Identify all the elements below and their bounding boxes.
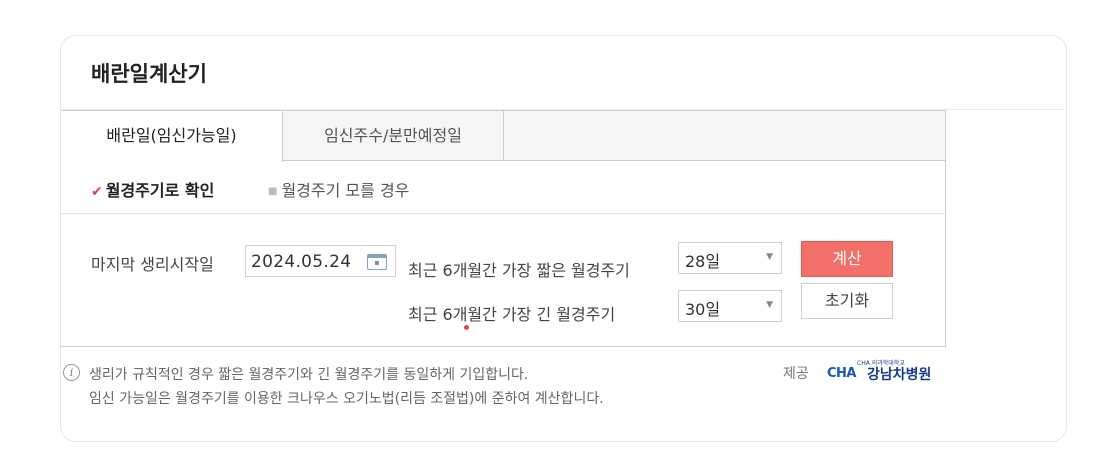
check-icon: ✔ (91, 184, 103, 200)
calendar-icon[interactable] (367, 254, 387, 270)
last-period-label: 마지막 생리시작일 (91, 255, 214, 274)
chevron-down-icon: ▼ (766, 300, 773, 310)
red-dot-indicator (464, 325, 469, 330)
tab-ovulation[interactable]: 배란일(임신가능일) (61, 111, 283, 162)
long-cycle-value: 30일 (685, 300, 721, 319)
page-title: 배란일계산기 (91, 62, 207, 86)
short-cycle-label: 최근 6개월간 가장 짧은 월경주기 (408, 261, 630, 280)
subtab-bar: ✔ 월경주기로 확인 ■ 월경주기 모를 경우 (61, 161, 945, 214)
chevron-down-icon: ▼ (766, 252, 773, 262)
reset-button[interactable]: 초기화 (801, 283, 893, 319)
logo-brand: CHA (827, 366, 856, 381)
provider-logo: CHA 의과학대학교 CHA 강남차병원 (827, 358, 947, 383)
info-icon: i (63, 364, 80, 381)
subtab-by-cycle[interactable]: ✔ 월경주기로 확인 (91, 177, 214, 201)
calculator-panel: 배란일(임신가능일) 임신주수/분만예정일 ✔ 월경주기로 확인 ■ 월경주기 모를… (61, 110, 946, 347)
logo-hospital-name: 강남차병원 (867, 367, 932, 383)
calculate-button[interactable]: 계산 (801, 241, 893, 277)
subtab-unknown-cycle-label: 월경주기 모를 경우 (281, 181, 410, 200)
last-period-date-value: 2024.05.24 (251, 252, 352, 272)
subtab-by-cycle-label: 월경주기로 확인 (105, 181, 215, 200)
short-cycle-select[interactable]: 28일 ▼ (678, 242, 782, 274)
short-cycle-value: 28일 (685, 252, 721, 271)
bullet-icon: ■ (268, 186, 278, 197)
tab-pregnancy-weeks[interactable]: 임신주수/분만예정일 (283, 111, 504, 161)
last-period-date-input[interactable]: 2024.05.24 (245, 245, 396, 277)
tab-bar: 배란일(임신가능일) 임신주수/분만예정일 (61, 111, 945, 162)
subtab-unknown-cycle[interactable]: ■ 월경주기 모를 경우 (268, 177, 409, 201)
provider-label: 제공 (783, 366, 809, 382)
long-cycle-select[interactable]: 30일 ▼ (678, 290, 782, 322)
long-cycle-label: 최근 6개월간 가장 긴 월경주기 (408, 305, 616, 324)
ovulation-calculator-card: 배란일계산기 배란일(임신가능일) 임신주수/분만예정일 ✔ 월경주기로 확인 ■… (60, 35, 1067, 442)
note-line-2: 임신 가능일은 월경주기를 이용한 크나우스 오기노법(리듬 조절법)에 준하여… (89, 391, 604, 407)
note-line-1: 생리가 규칙적인 경우 짧은 월경주기와 긴 월경주기를 동일하게 기입합니다. (89, 367, 529, 383)
